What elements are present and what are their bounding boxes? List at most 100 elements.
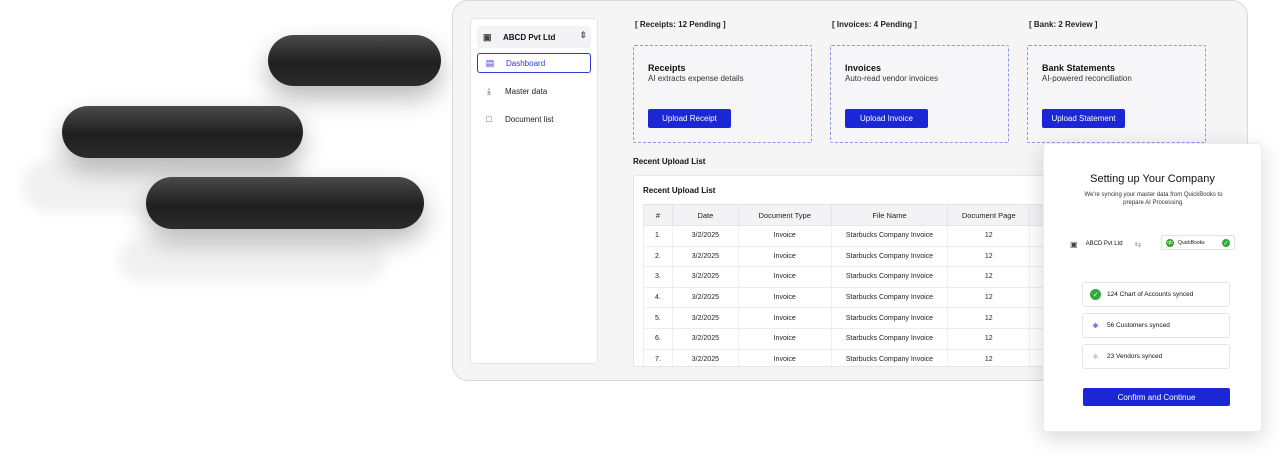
column-header[interactable]: # (643, 204, 673, 226)
sidebar-item-label: Master data (505, 86, 548, 96)
receipts-stat: [ Receipts: 12 Pending ] (635, 20, 726, 29)
decorative-shadow (118, 238, 386, 282)
table-cell: 4. (643, 287, 673, 309)
sync-arrows-icon: ⇆ (1134, 239, 1142, 249)
table-cell: Invoice (738, 328, 832, 350)
card-subtitle: Auto-read vendor invoices (845, 74, 938, 83)
table-row[interactable]: 1. 3/2/2025 Invoice Starbucks Company Invoi… (643, 225, 1072, 247)
table-cell: 1. (643, 225, 673, 247)
modal-title: Setting up Your Company (1090, 173, 1215, 185)
status-label: 56 Customers synced (1107, 322, 1170, 329)
table-header-row: # Date Document Type File Name Document … (643, 204, 1072, 226)
invoices-stat: [ Invoices: 4 Pending ] (832, 20, 917, 29)
table-row[interactable]: 2. 3/2/2025 Invoice Starbucks Company Invoi… (643, 246, 1072, 268)
table-cell: Invoice (738, 307, 832, 329)
setup-company-modal: Setting up Your Company We're syncing yo… (1043, 143, 1262, 432)
table-row[interactable]: 3. 3/2/2025 Invoice Starbucks Company Invoi… (643, 266, 1072, 288)
decorative-pill (146, 177, 424, 229)
spinner-icon: ❋ (1092, 353, 1099, 361)
table-cell: 3/2/2025 (672, 287, 739, 309)
table-cell: 3/2/2025 (672, 246, 739, 268)
table-cell: Starbucks Company Invoice (831, 266, 949, 288)
column-header[interactable]: File Name (830, 204, 949, 226)
table-cell: 3/2/2025 (672, 266, 739, 288)
table-cell: Starbucks Company Invoice (831, 328, 949, 350)
table-cell: 12 (947, 246, 1031, 268)
table-cell: 7. (643, 349, 673, 366)
invoices-card: Invoices Auto-read vendor invoices Uploa… (830, 45, 1009, 143)
table-cell: 5. (643, 307, 673, 329)
sync-status-customers: ❋ 56 Customers synced (1082, 313, 1230, 338)
table-cell: 3/2/2025 (672, 349, 739, 366)
check-circle-icon: ✓ (1090, 289, 1101, 300)
column-header[interactable]: Document Page (947, 204, 1031, 226)
quickbooks-logo-icon: qb (1166, 238, 1174, 247)
table-cell: Invoice (738, 225, 832, 247)
card-title: Receipts (648, 63, 686, 73)
spinner-icon: ❋ (1092, 322, 1099, 330)
table-cell: Invoice (738, 287, 832, 309)
modal-subtitle: We're syncing your master data from Quic… (1084, 192, 1223, 206)
recent-upload-table: # Date Document Type File Name Document … (643, 204, 1072, 366)
table-cell: 12 (947, 307, 1031, 329)
section-title: Recent Upload List (633, 157, 706, 166)
receipts-card: Receipts AI extracts expense details Upl… (633, 45, 812, 143)
table-cell: 3/2/2025 (672, 307, 739, 329)
bank-stat: [ Bank: 2 Review ] (1029, 20, 1098, 29)
decorative-pill (62, 106, 303, 158)
integration-name: QuickBooks (1178, 239, 1205, 246)
sidebar-item-document-list[interactable]: □ Document list (477, 109, 591, 129)
table-cell: 3/2/2025 (672, 328, 739, 350)
card-subtitle: AI extracts expense details (648, 74, 744, 83)
decorative-pill (268, 35, 441, 86)
upload-receipt-button[interactable]: Upload Receipt (648, 109, 731, 128)
table-cell: 6. (643, 328, 673, 350)
table-cell: 12 (947, 349, 1031, 366)
recent-upload-card: Recent Upload List # Date Document Type … (633, 175, 1073, 367)
table-cell: Starbucks Company Invoice (831, 349, 949, 366)
table-cell: Invoice (738, 266, 832, 288)
card-title: Invoices (845, 63, 882, 73)
table-cell: Starbucks Company Invoice (831, 225, 949, 247)
company-switcher[interactable]: ▣ ABCD Pvt Ltd ⇕ (477, 26, 591, 48)
table-cell: Starbucks Company Invoice (831, 287, 949, 309)
upload-statement-button[interactable]: Upload Statement (1042, 109, 1125, 128)
card-title: Bank Statements (1042, 63, 1116, 73)
table-row[interactable]: 6. 3/2/2025 Invoice Starbucks Company Invoi… (643, 328, 1072, 350)
inbox-icon: ▤ (485, 57, 495, 68)
table-cell: 12 (947, 225, 1031, 247)
sidebar-item-master-data[interactable]: ⤓ Master data (477, 81, 591, 101)
check-circle-icon: ✓ (1222, 239, 1230, 247)
sidebar-item-label: Document list (505, 114, 554, 124)
chevron-updown-icon: ⇕ (579, 30, 587, 40)
table-cell: 3. (643, 266, 673, 288)
column-header[interactable]: Date (671, 204, 739, 226)
table-row[interactable]: 4. 3/2/2025 Invoice Starbucks Company Invoi… (643, 287, 1072, 309)
table-cell: 12 (947, 266, 1031, 288)
confirm-continue-button[interactable]: Confirm and Continue (1083, 388, 1230, 406)
table-row[interactable]: 5. 3/2/2025 Invoice Starbucks Company Invoi… (643, 307, 1072, 329)
upload-invoice-button[interactable]: Upload Invoice (845, 109, 928, 128)
building-icon: ▣ (1070, 239, 1078, 249)
sidebar-item-dashboard[interactable]: ▤ Dashboard (477, 53, 591, 73)
sidebar: ▣ ABCD Pvt Ltd ⇕ ▤ Dashboard ⤓ Master da… (470, 18, 598, 364)
table-cell: Starbucks Company Invoice (831, 307, 949, 329)
status-label: 124 Chart of Accounts synced (1107, 291, 1194, 298)
table-cell: Invoice (738, 246, 832, 268)
sync-status-vendors: ❋ 23 Vendors synced (1082, 344, 1230, 369)
table-cell: Invoice (738, 349, 832, 366)
company-name: ABCD Pvt Ltd (503, 32, 556, 42)
table-row[interactable]: 7. 3/2/2025 Invoice Starbucks Company Invoi… (643, 349, 1072, 366)
sync-status-accounts: ✓ 124 Chart of Accounts synced (1082, 282, 1230, 307)
quickbooks-chip: qb QuickBooks ✓ (1161, 235, 1235, 250)
card-subtitle: AI-powered reconciliation (1042, 74, 1132, 83)
table-cell: 12 (947, 287, 1031, 309)
table-cell: 12 (947, 328, 1031, 350)
column-header[interactable]: Document Type (737, 204, 832, 226)
building-icon: ▣ (483, 31, 492, 42)
company-name: ABCD Pvt Ltd (1085, 241, 1123, 247)
sidebar-item-label: Dashboard (506, 58, 546, 68)
table-title: Recent Upload List (643, 186, 716, 195)
document-icon: □ (486, 114, 492, 124)
table-cell: 3/2/2025 (672, 225, 739, 247)
